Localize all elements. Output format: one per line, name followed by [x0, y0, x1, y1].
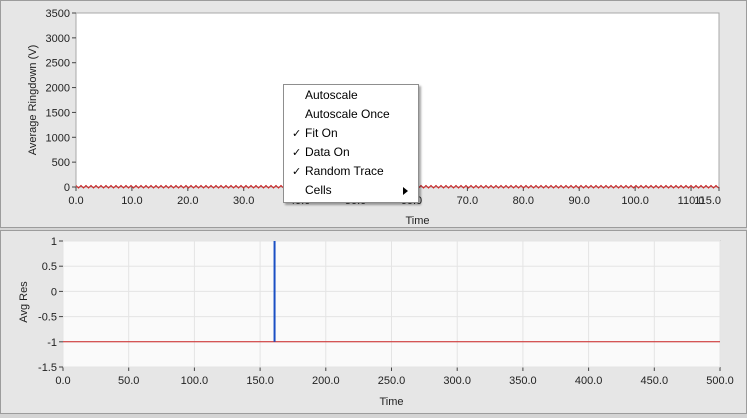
y-tick-label: 2500 — [46, 58, 70, 70]
y-tick-label: 1 — [51, 236, 57, 248]
x-tick-label: 30.0 — [233, 195, 254, 207]
x-tick-label: 0.0 — [55, 375, 70, 387]
check-icon: ✓ — [292, 166, 302, 178]
x-tick-label: 300.0 — [443, 375, 471, 387]
x-tick-label: 20.0 — [177, 195, 198, 207]
y-tick-label: -1 — [47, 337, 57, 349]
x-tick-label: 115.0 — [694, 195, 721, 207]
menu-item-label: Random Trace — [305, 164, 384, 178]
menu-item-autoscale-once[interactable]: Autoscale Once — [284, 105, 418, 124]
y-tick-label: 2000 — [46, 83, 70, 95]
y-tick-label: 1500 — [46, 107, 70, 119]
x-tick-label: 10.0 — [121, 195, 142, 207]
x-axis-label: Time — [379, 396, 403, 408]
check-icon: ✓ — [292, 128, 302, 140]
menu-item-label: Data On — [305, 145, 350, 159]
x-tick-label: 70.0 — [457, 195, 478, 207]
menu-item-label: Autoscale Once — [305, 107, 390, 121]
y-tick-label: 0.5 — [42, 261, 57, 273]
y-axis-label: Avg Res — [18, 281, 30, 323]
menu-item-label: Autoscale — [305, 88, 358, 102]
y-axis-label: Average Ringdown (V) — [27, 45, 39, 155]
x-tick-label: 500.0 — [706, 375, 734, 387]
y-tick-label: 0 — [64, 182, 70, 194]
y-tick-label: 500 — [52, 157, 70, 169]
menu-item-label: Cells — [305, 183, 332, 197]
y-tick-label: 0 — [51, 286, 57, 298]
submenu-arrow-icon — [403, 187, 408, 195]
residual-graph[interactable]: 0.0 50.0 100.0 150.0 200.0 250.0 300.0 350.0 400… — [1, 231, 746, 413]
x-tick-label: 450.0 — [641, 375, 669, 387]
menu-item-label: Fit On — [305, 126, 338, 140]
x-tick-label: 400.0 — [575, 375, 603, 387]
residual-graph-panel: 0.0 50.0 100.0 150.0 200.0 250.0 300.0 350.0 400… — [0, 230, 747, 414]
menu-item-data-on[interactable]: ✓ Data On — [284, 143, 418, 162]
x-tick-label: 90.0 — [569, 195, 590, 207]
x-tick-label: 250.0 — [378, 375, 406, 387]
check-icon: ✓ — [292, 147, 302, 159]
menu-item-random-trace[interactable]: ✓ Random Trace — [284, 162, 418, 181]
x-tick-label: 100.0 — [621, 195, 649, 207]
x-axis-label: Time — [405, 215, 429, 227]
y-tick-label: 3500 — [46, 8, 70, 20]
menu-item-autoscale[interactable]: Autoscale — [284, 86, 418, 105]
menu-item-cells[interactable]: Cells — [284, 181, 418, 200]
x-tick-label: 80.0 — [513, 195, 534, 207]
x-tick-label: 50.0 — [118, 375, 139, 387]
y-tick-label: -0.5 — [38, 312, 57, 324]
y-tick-label: -1.5 — [38, 362, 57, 374]
y-tick-label: 3000 — [46, 33, 70, 45]
x-tick-label: 0.0 — [68, 195, 83, 207]
menu-item-fit-on[interactable]: ✓ Fit On — [284, 124, 418, 143]
x-tick-label: 200.0 — [312, 375, 340, 387]
x-tick-label: 350.0 — [509, 375, 537, 387]
graph-context-menu: Autoscale Autoscale Once ✓ Fit On ✓ Data… — [283, 84, 419, 203]
x-tick-label: 100.0 — [181, 375, 209, 387]
y-tick-label: 1000 — [46, 132, 70, 144]
x-tick-label: 150.0 — [246, 375, 274, 387]
